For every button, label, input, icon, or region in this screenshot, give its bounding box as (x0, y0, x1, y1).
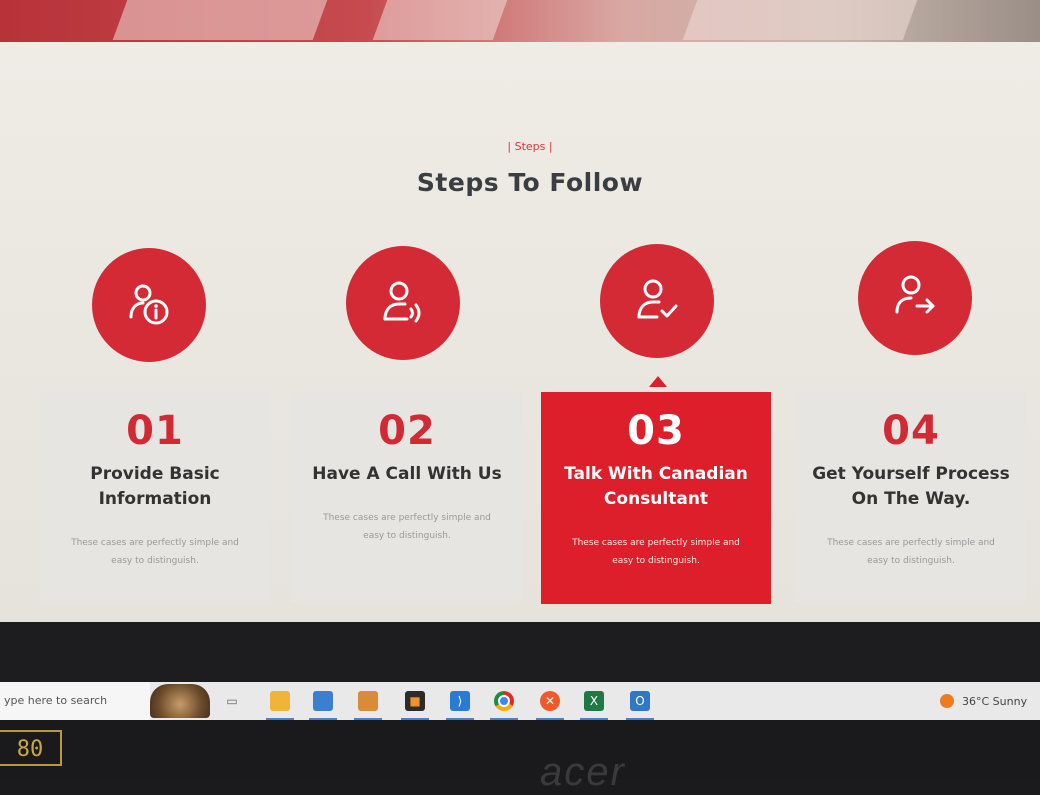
step-card-3[interactable]: 03 Talk With Canadian Consultant These c… (541, 392, 771, 604)
step-number: 04 (882, 408, 940, 454)
brand-logo: acer (540, 750, 626, 794)
cortana-icon[interactable] (150, 684, 210, 718)
sun-icon (940, 694, 954, 708)
step-description: These cases are perfectly simple and eas… (71, 538, 239, 566)
taskbar-search-input[interactable]: ype here to search (0, 682, 150, 720)
task-view-icon[interactable]: ▭ (222, 691, 242, 711)
weather-text: 36°C Sunny (962, 694, 1028, 708)
step-3-circle[interactable] (600, 244, 714, 358)
taskbar: ype here to search ▭ ■ ⟩ ✕ X O 36°C Sunn… (0, 682, 1040, 720)
store-icon[interactable] (309, 691, 337, 720)
step-number: 03 (627, 408, 685, 454)
outlook-icon[interactable]: O (626, 691, 654, 720)
step-1-circle[interactable] (92, 248, 206, 362)
weather-widget[interactable]: 36°C Sunny (940, 682, 1040, 720)
user-check-icon (637, 279, 678, 319)
brave-icon[interactable]: ✕ (536, 691, 564, 720)
step-title: Get Yourself Process On The Way. (812, 464, 1010, 509)
user-arrow-icon (895, 275, 935, 314)
user-info-icon (129, 284, 169, 325)
step-description: These cases are perfectly simple and eas… (323, 513, 491, 541)
active-card-pointer (649, 376, 667, 387)
step-card-4[interactable]: 04 Get Yourself Process On The Way. Thes… (796, 392, 1026, 602)
step-title: Provide Basic Information (90, 464, 220, 509)
step-title: Have A Call With Us (312, 464, 502, 484)
steps-section: | Steps | Steps To Follow 01 Provide Bas… (0, 42, 1040, 622)
section-eyebrow: | Steps | (507, 140, 553, 153)
step-card-2[interactable]: 02 Have A Call With Us These cases are p… (292, 392, 522, 602)
excel-icon[interactable]: X (580, 691, 608, 720)
banner-paper-middle (372, 0, 508, 40)
banner-paper-right (682, 0, 918, 40)
chrome-icon[interactable] (490, 691, 518, 720)
step-card-1[interactable]: 01 Provide Basic Information These cases… (40, 392, 270, 602)
step-number: 02 (378, 408, 436, 454)
bezel-sticker: 80 (0, 730, 62, 766)
vscode-icon[interactable]: ⟩ (446, 691, 474, 720)
step-description: These cases are perfectly simple and eas… (572, 538, 740, 566)
screen-bezel-gap (0, 622, 1040, 682)
banner-paper-left (112, 0, 328, 40)
section-title: Steps To Follow (416, 168, 644, 197)
photos-icon[interactable] (354, 691, 382, 720)
file-explorer-icon[interactable] (266, 691, 294, 720)
step-description: These cases are perfectly simple and eas… (827, 538, 995, 566)
sublime-icon[interactable]: ■ (401, 691, 429, 720)
step-2-circle[interactable] (346, 246, 460, 360)
user-call-icon (383, 281, 421, 323)
laptop-bezel: 80 acer (0, 720, 1040, 794)
step-number: 01 (126, 408, 184, 454)
step-4-circle[interactable] (858, 241, 972, 355)
step-title: Talk With Canadian Consultant (564, 464, 748, 509)
